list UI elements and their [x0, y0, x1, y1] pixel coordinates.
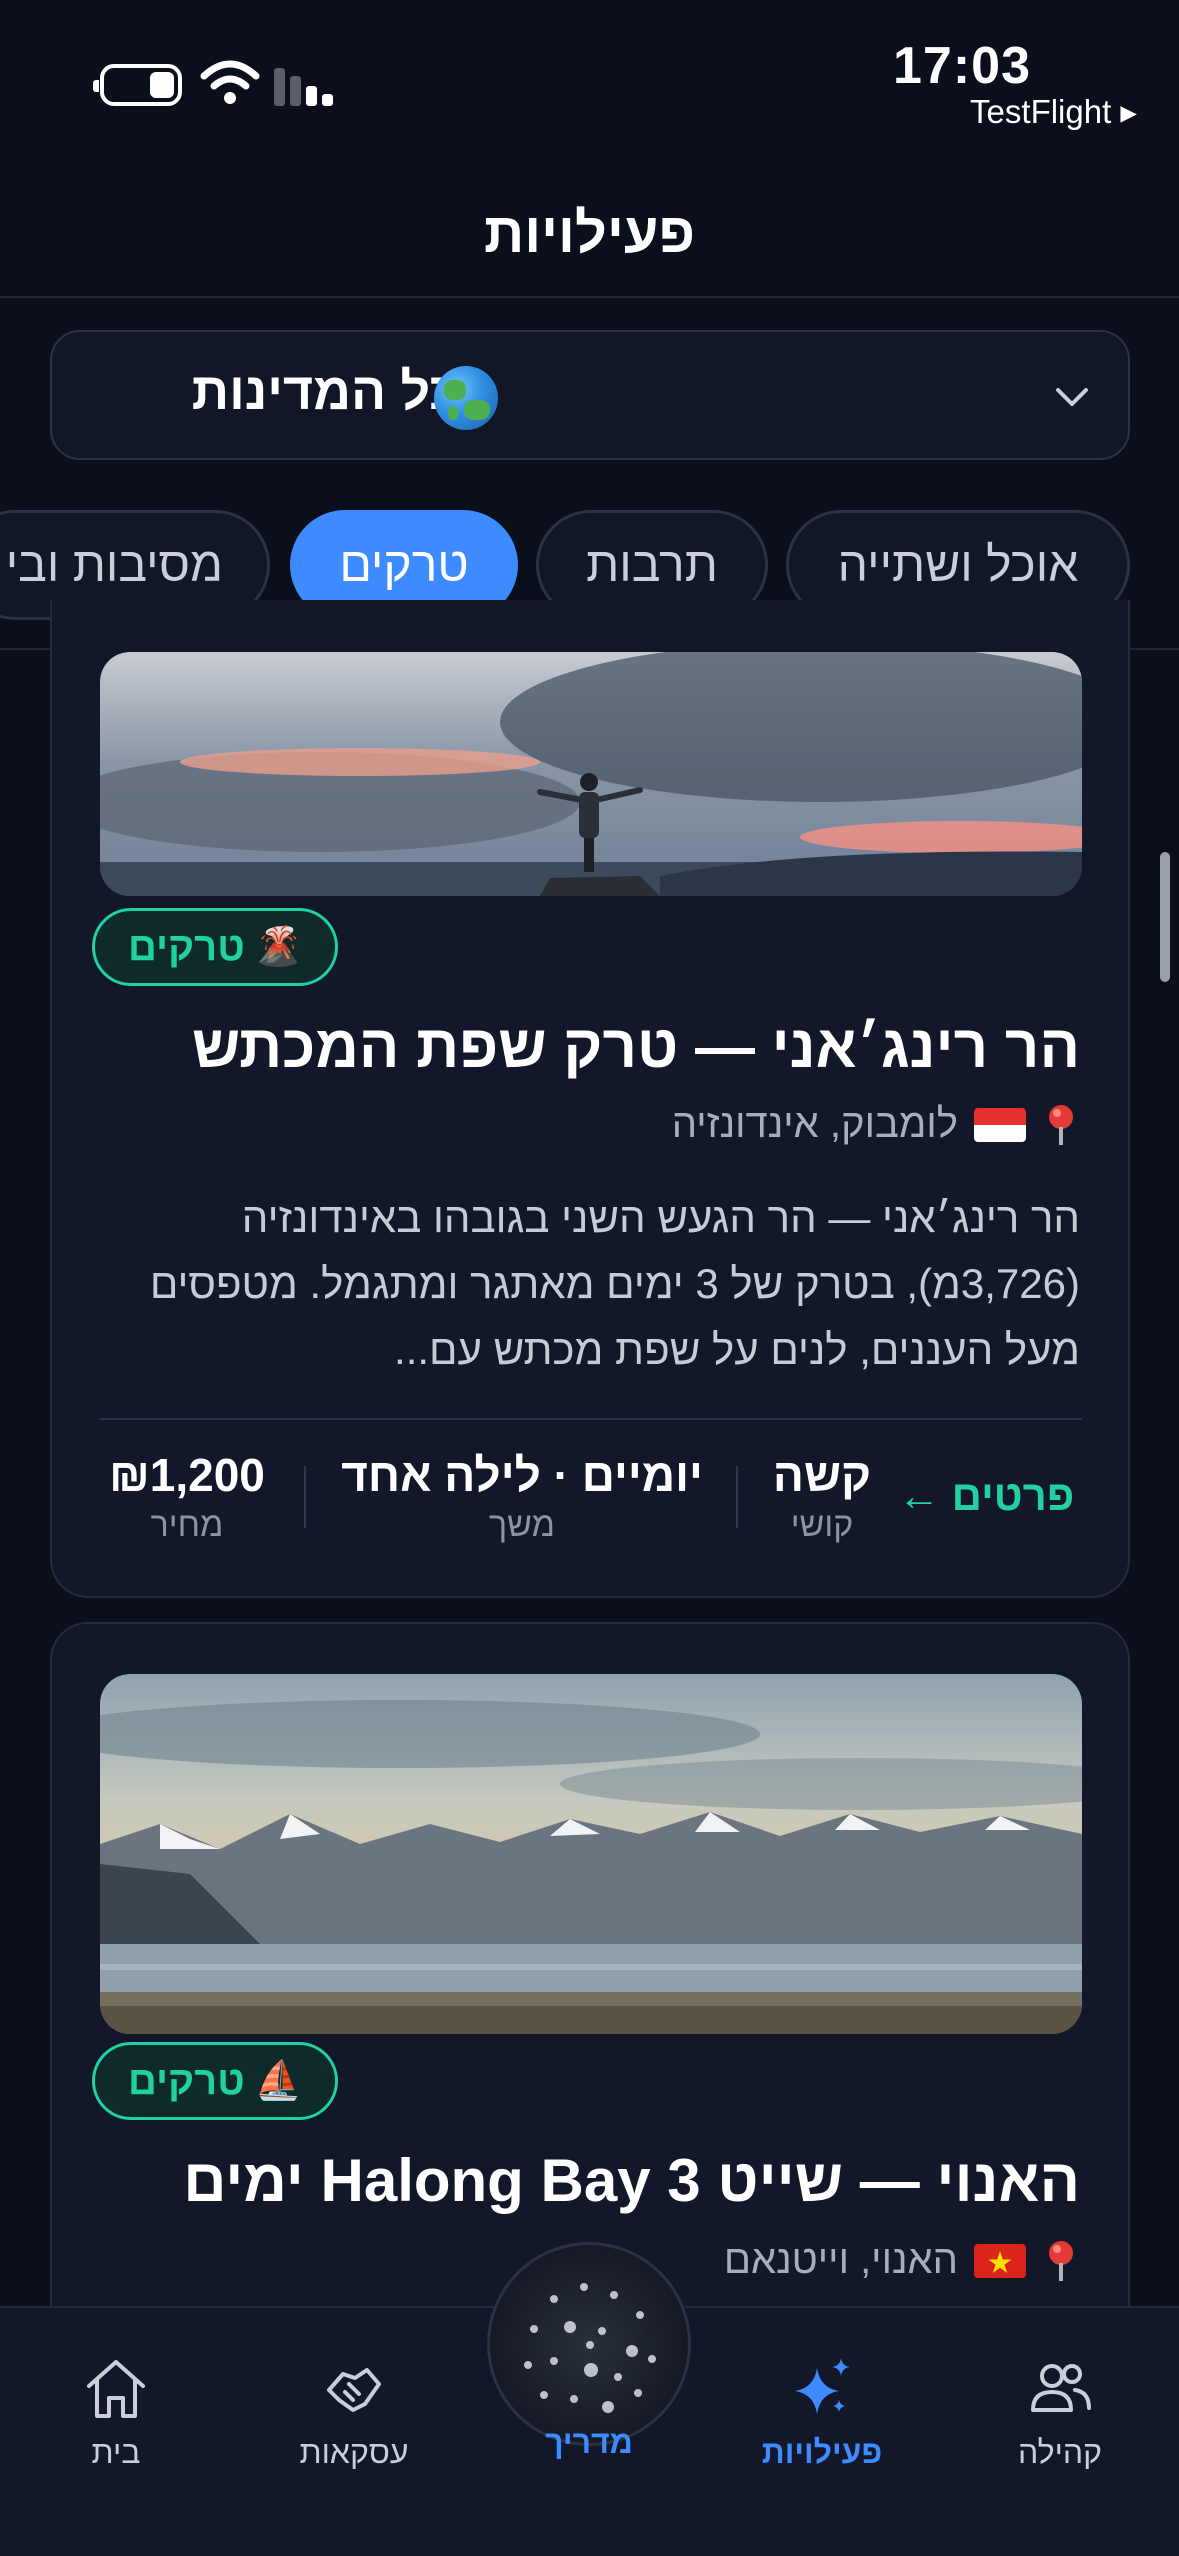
stat-separator — [304, 1466, 306, 1528]
category-badge: ⛵ טרקים — [92, 2042, 338, 2120]
location-label: האנוי, וייטנאם — [723, 2238, 958, 2282]
activity-location: האנוי, וייטנאם — [724, 2238, 1080, 2283]
activity-location: לומבוק, אינדונזיה — [672, 1102, 1080, 1147]
price-label: מחיר — [150, 1506, 224, 1544]
status-bar: 17:03 TestFlight ▸ — [0, 0, 1179, 150]
sailboat-icon: ⛵ — [254, 2060, 303, 2102]
category-badge: 🌋 טרקים — [92, 908, 338, 986]
tab-deals[interactable]: עסקאות — [264, 2354, 444, 2471]
stat-separator — [736, 1466, 738, 1528]
tab-home[interactable]: בית — [26, 2354, 206, 2471]
duration-stat: יומיים · לילה אחד משך — [322, 1448, 722, 1545]
location-pin-icon — [1049, 1104, 1073, 1145]
activity-photo — [100, 652, 1082, 896]
back-to-app-link[interactable]: TestFlight ▸ — [970, 92, 1137, 131]
tab-community-label: קהילה — [1017, 2434, 1103, 2470]
volcano-icon: 🌋 — [254, 926, 303, 968]
scroll-indicator[interactable] — [1160, 852, 1170, 982]
home-icon — [87, 2360, 145, 2418]
location-pin-icon — [1049, 2240, 1073, 2281]
page-title: פעילויות — [484, 201, 695, 264]
globe-icon — [434, 366, 498, 430]
cellular-signal-icon — [274, 66, 338, 106]
category-badge-label: טרקים — [127, 2058, 245, 2103]
difficulty-label: קושי — [790, 1506, 854, 1544]
price-stat: ₪1,200 מחיר — [92, 1448, 282, 1545]
status-time: 17:03 — [893, 37, 1031, 95]
location-label: לומבוק, אינדונזיה — [671, 1102, 958, 1146]
activity-photo — [100, 1674, 1082, 2034]
tab-activities[interactable]: פעילויות — [732, 2354, 912, 2471]
guide-orb-button[interactable] — [487, 2242, 691, 2446]
header-divider — [0, 296, 1179, 298]
indonesia-flag — [974, 1107, 1026, 1142]
duration-label: משך — [488, 1506, 555, 1544]
vietnam-flag — [974, 2243, 1026, 2278]
activity-card[interactable]: 🌋 טרקים הר רינג׳אני — טרק שפת המכתש לומב… — [50, 600, 1130, 1598]
tab-activities-label: פעילויות — [761, 2434, 883, 2470]
country-filter-label: כל המדינות — [191, 363, 458, 421]
community-icon — [1031, 2364, 1091, 2412]
activity-description: הר רינג׳אני — הר הגעש השני בגובהו באינדו… — [149, 1194, 1080, 1373]
battery-icon — [93, 64, 182, 106]
country-filter-select[interactable]: כל המדינות — [50, 330, 1130, 460]
duration-value: יומיים · לילה אחד — [341, 1449, 703, 1501]
chevron-down-icon — [1056, 388, 1088, 406]
sparkles-icon — [795, 2358, 850, 2414]
activity-title: הר רינג׳אני — טרק שפת המכתש — [191, 1013, 1080, 1080]
tab-guide-label[interactable]: מדריך — [487, 2424, 691, 2461]
activities-screen: 17:03 TestFlight ▸ פעילויות כל המדינות א… — [0, 0, 1179, 2556]
wifi-icon — [200, 60, 260, 104]
handshake-icon — [327, 2368, 381, 2412]
activity-title: האנוי — שייט Halong Bay 3 ימים — [183, 2147, 1080, 2214]
tab-deals-label: עסקאות — [299, 2434, 409, 2470]
difficulty-value: קשה — [772, 1449, 872, 1501]
tab-community[interactable]: קהילה — [970, 2354, 1150, 2471]
difficulty-stat: קשה קושי — [752, 1448, 892, 1545]
tab-home-label: בית — [91, 2434, 141, 2470]
category-badge-label: טרקים — [127, 924, 245, 969]
price-value: ₪1,200 — [109, 1449, 265, 1501]
details-link[interactable]: פרטים ← — [898, 1472, 1074, 1520]
card-divider — [100, 1418, 1082, 1420]
